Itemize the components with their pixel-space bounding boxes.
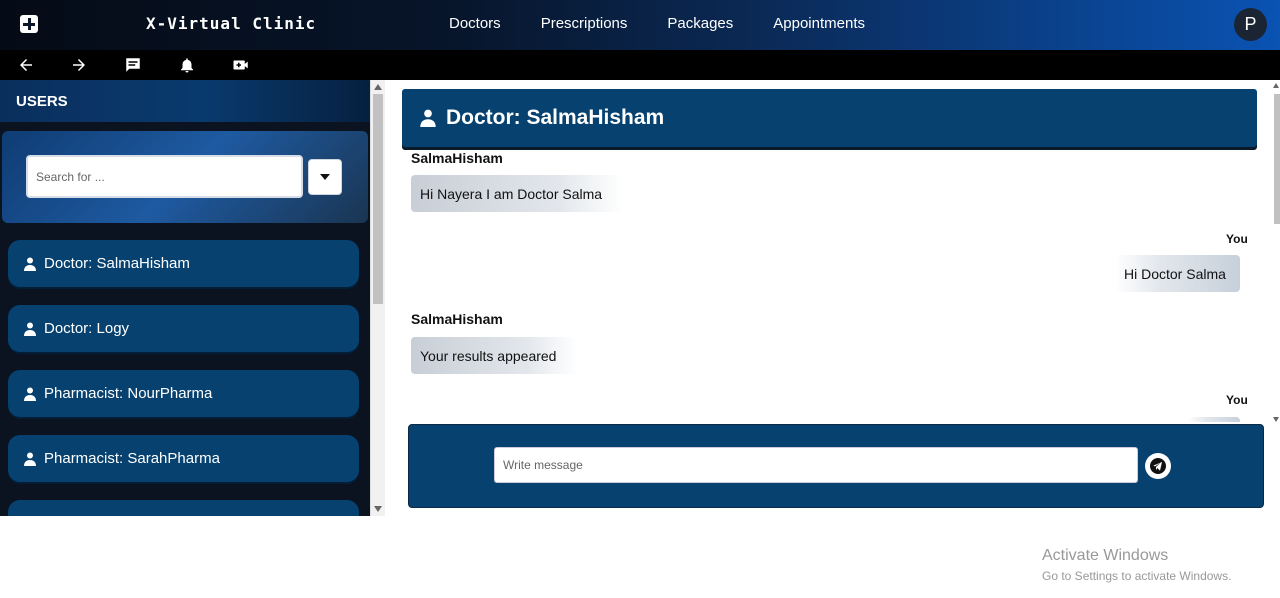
video-call-icon[interactable] [231, 55, 251, 75]
message-bubble [1188, 417, 1240, 422]
message-bubble: Hi Doctor Salma [1115, 255, 1240, 292]
search-input[interactable] [26, 155, 303, 198]
doctor-icon [24, 257, 36, 271]
message-list: SalmaHisham Hi Nayera I am Doctor Salma … [386, 148, 1266, 422]
scroll-down-arrow-icon[interactable] [374, 506, 382, 512]
user-item-label: Pharmacist: SarahPharma [44, 450, 220, 467]
chat-title: Doctor: SalmaHisham [446, 106, 665, 129]
user-item-doctor-logy[interactable]: Doctor: Logy [8, 305, 359, 352]
chat-header: Doctor: SalmaHisham [402, 89, 1257, 147]
scroll-down-arrow-icon[interactable] [1273, 417, 1279, 422]
message-input[interactable] [494, 447, 1138, 483]
message-sender: You [1226, 232, 1248, 246]
medical-cross-icon[interactable] [20, 15, 38, 33]
user-item-label: Doctor: SalmaHisham [44, 255, 190, 272]
user-avatar[interactable]: P [1234, 8, 1267, 41]
send-button[interactable] [1145, 453, 1171, 479]
filter-dropdown-button[interactable] [308, 159, 342, 195]
paper-plane-icon [1150, 458, 1166, 474]
scroll-up-arrow-icon[interactable] [374, 84, 382, 90]
main-nav: Doctors Prescriptions Packages Appointme… [449, 15, 865, 32]
chat-panel: Doctor: SalmaHisham SalmaHisham Hi Nayer… [386, 80, 1280, 516]
user-item-label: Pharmacist: NourPharma [44, 385, 213, 402]
toolbar [0, 50, 1280, 80]
activate-windows-subtitle: Go to Settings to activate Windows. [1042, 569, 1232, 583]
caret-down-icon [320, 174, 330, 180]
user-item-pharmacist-sarahpharma[interactable]: Pharmacist: SarahPharma [8, 435, 359, 482]
message-composer [408, 424, 1264, 508]
search-panel [2, 131, 368, 223]
scroll-up-arrow-icon[interactable] [1273, 83, 1279, 88]
message-sender: You [1226, 393, 1248, 407]
top-navbar: X-Virtual Clinic Doctors Prescriptions P… [0, 0, 1280, 50]
scrollbar-thumb[interactable] [1274, 94, 1280, 224]
bell-icon[interactable] [177, 55, 197, 75]
nav-prescriptions[interactable]: Prescriptions [541, 15, 628, 32]
nav-doctors[interactable]: Doctors [449, 15, 501, 32]
message-sender: SalmaHisham [411, 150, 503, 166]
brand-title[interactable]: X-Virtual Clinic [146, 14, 316, 33]
message-sender: SalmaHisham [411, 311, 503, 327]
doctor-icon [24, 322, 36, 336]
pharmacist-icon [24, 387, 36, 401]
chat-scrollbar[interactable] [1272, 80, 1280, 424]
forward-arrow-icon[interactable] [69, 55, 89, 75]
nav-appointments[interactable]: Appointments [773, 15, 865, 32]
message-bubble: Your results appeared [411, 337, 577, 374]
scrollbar-thumb[interactable] [373, 94, 383, 304]
user-item-partial[interactable] [8, 500, 359, 516]
user-item-label: Doctor: Logy [44, 320, 130, 337]
pharmacist-icon [24, 452, 36, 466]
user-item-pharmacist-nourpharma[interactable]: Pharmacist: NourPharma [8, 370, 359, 417]
sidebar-title: USERS [0, 80, 370, 122]
user-item-doctor-salmahisham[interactable]: Doctor: SalmaHisham [8, 240, 359, 287]
users-sidebar: USERS Doctor: SalmaHisham Doctor: Logy P… [0, 80, 370, 516]
nav-packages[interactable]: Packages [667, 15, 733, 32]
message-bubble: Hi Nayera I am Doctor Salma [411, 175, 623, 212]
back-arrow-icon[interactable] [16, 55, 36, 75]
doctor-icon [420, 109, 436, 127]
chat-icon[interactable] [123, 55, 143, 75]
sidebar-scrollbar[interactable] [370, 80, 385, 516]
activate-windows-title: Activate Windows [1042, 547, 1169, 564]
